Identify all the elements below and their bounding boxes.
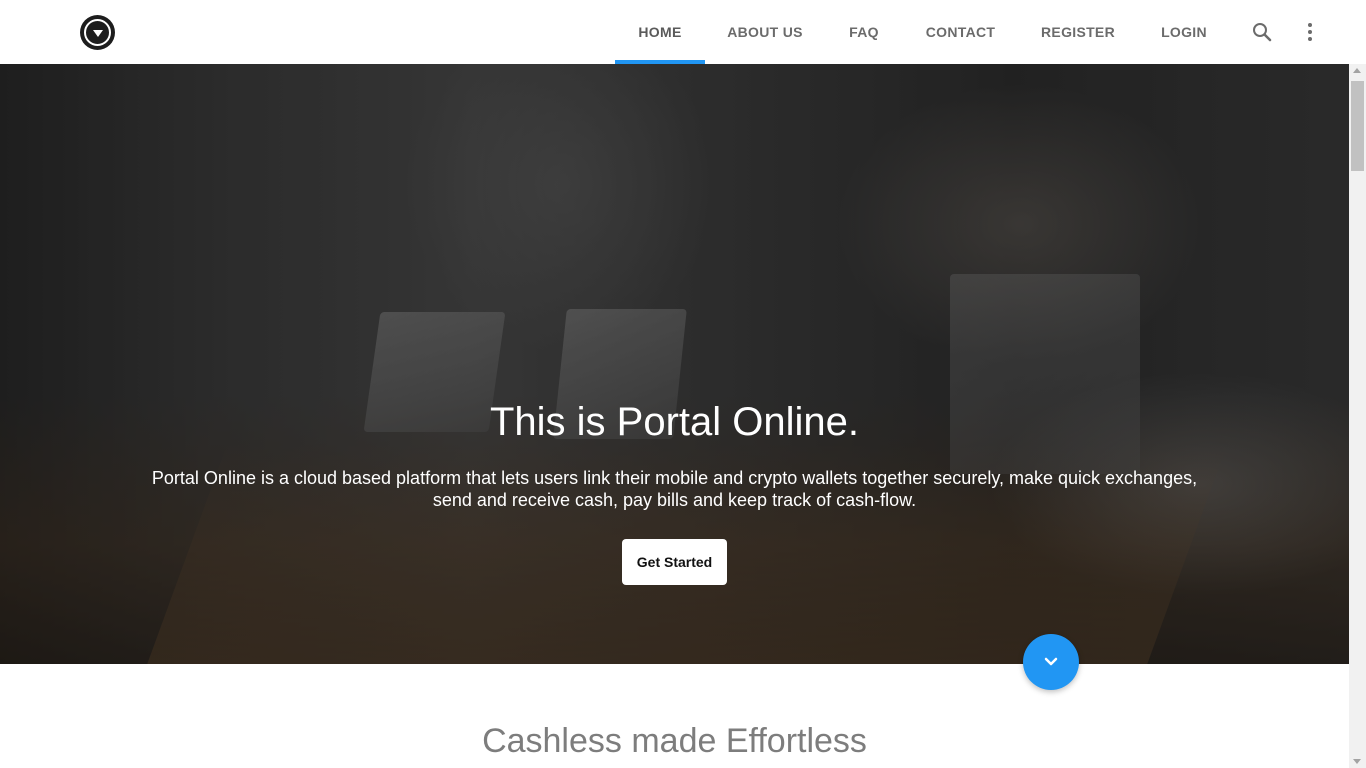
- nav-login[interactable]: LOGIN: [1148, 0, 1220, 64]
- scroll-up-arrow-icon[interactable]: [1353, 68, 1361, 73]
- hero-description: Portal Online is a cloud based platform …: [140, 467, 1209, 511]
- nav-contact[interactable]: CONTACT: [912, 0, 1009, 64]
- hero-description-line-2: send and receive cash, pay bills and kee…: [432, 490, 917, 510]
- scrollbar-thumb[interactable]: [1351, 81, 1364, 171]
- search-icon[interactable]: [1248, 18, 1276, 46]
- site-header: HOME ABOUT US FAQ CONTACT REGISTER LOGIN: [0, 0, 1366, 64]
- get-started-button[interactable]: Get Started: [622, 539, 727, 585]
- logo-triangle-icon: [92, 29, 103, 37]
- hero-section: This is Portal Online. Portal Online is …: [0, 64, 1349, 664]
- section-title: Cashless made Effortless: [482, 722, 867, 760]
- hero-description-line-1: Portal Online is a cloud based platform …: [151, 468, 1198, 488]
- hero-title: This is Portal Online.: [489, 400, 860, 444]
- nav-about-us[interactable]: ABOUT US: [715, 0, 815, 64]
- scroll-down-arrow-icon[interactable]: [1353, 759, 1361, 764]
- nav-home[interactable]: HOME: [615, 0, 705, 64]
- logo-ring: [84, 19, 111, 46]
- nav-register[interactable]: REGISTER: [1028, 0, 1128, 64]
- logo-icon[interactable]: [80, 15, 115, 50]
- nav-faq[interactable]: FAQ: [834, 0, 894, 64]
- scroll-down-button[interactable]: [1023, 634, 1079, 690]
- more-vertical-icon[interactable]: [1296, 18, 1324, 46]
- active-tab-indicator: [615, 60, 705, 64]
- chevron-down-icon: [1044, 657, 1058, 666]
- page-scrollbar[interactable]: [1349, 64, 1366, 768]
